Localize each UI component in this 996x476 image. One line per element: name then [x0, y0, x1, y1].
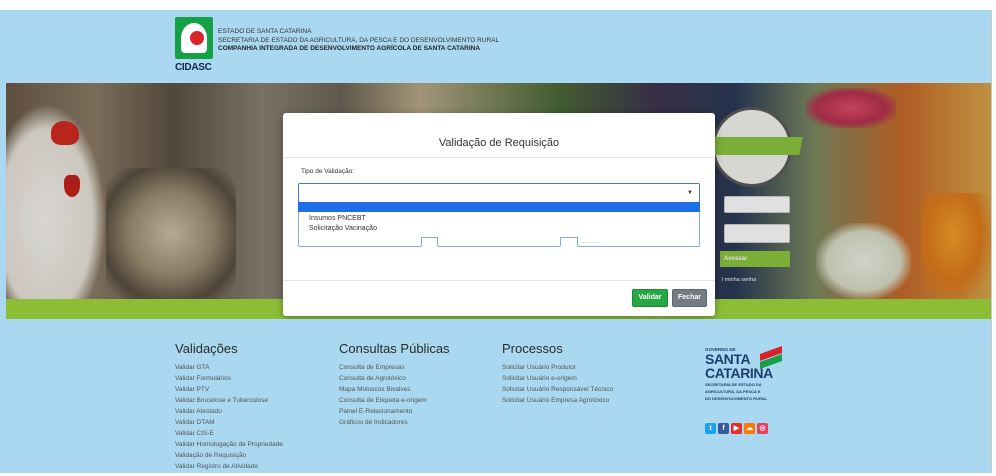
sc-flag-icon — [760, 345, 782, 372]
header-text: ESTADO DE SANTA CATARINA SECRETARIA DE E… — [218, 28, 499, 54]
footer-col-consultas: Consultas Públicas Consulta de Empresas … — [339, 341, 450, 428]
link-solicitar-eorigem[interactable]: Solicitar Usuário e-origem — [502, 373, 613, 384]
hidden-field-3[interactable]: ___ _____ — [577, 237, 700, 247]
gov-sub-line1: SECRETARIA DE ESTADO DA — [705, 382, 762, 387]
link-validar-gta[interactable]: Validar GTA — [175, 362, 283, 373]
hidden-field-2[interactable] — [437, 237, 561, 247]
link-validar-cis-e[interactable]: Validar CIS-E — [175, 428, 283, 439]
caret-down-icon: ▼ — [687, 190, 693, 196]
gov-sub-line3: DO DESENVOLVIMENTO RURAL — [705, 396, 768, 401]
government-logo[interactable]: GOVERNO DE SANTA CATARINA SECRETARIA DE … — [705, 345, 785, 401]
social-icons: t f ▶ ☁ ◎ — [705, 423, 768, 434]
link-graficos-indicadores[interactable]: Gráficos de Indicadores — [339, 417, 450, 428]
header-line-company: COMPANHIA INTEGRADA DE DESENVOLVIMENTO A… — [218, 45, 481, 52]
modal-title: Validação de Requisição — [438, 137, 560, 149]
youtube-icon[interactable]: ▶ — [731, 423, 742, 434]
logo-text: CIDASC — [175, 62, 212, 73]
footer-col-validacoes: Validações Validar GTA Validar Formulári… — [175, 341, 283, 472]
validation-modal: Validação de Requisição Tipo de Validaçã… — [283, 113, 715, 316]
soundcloud-icon[interactable]: ☁ — [744, 423, 755, 434]
page: CIDASC ESTADO DE SANTA CATARINA SECRETAR… — [0, 10, 992, 473]
link-validar-ptv[interactable]: Validar PTV — [175, 384, 283, 395]
link-consulta-empresas[interactable]: Consulta de Empresas — [339, 362, 450, 373]
link-validar-brucelose[interactable]: Validar Brucelose e Tuberculose — [175, 395, 283, 406]
link-solicitar-responsavel[interactable]: Solicitar Usuário Responsável Técnico — [502, 384, 613, 395]
facebook-icon[interactable]: f — [718, 423, 729, 434]
validation-type-select[interactable]: ▼ — [298, 183, 700, 203]
modal-footer-divider — [283, 280, 715, 281]
hidden-field-1[interactable] — [298, 237, 422, 247]
link-consulta-etiqueta[interactable]: Consulta de Etiqueta e-origem — [339, 395, 450, 406]
logo-emblem-icon — [175, 17, 213, 59]
footer-col-processos: Processos Solicitar Usuário Produtor Sol… — [502, 341, 613, 406]
link-painel-relacionamento[interactable]: Painel E-Relacionamento — [339, 406, 450, 417]
dropdown-option-vacinacao[interactable]: Solicitação Vacinação — [309, 225, 377, 232]
header-line-secretariat: SECRETARIA DE ESTADO DA AGRICULTURA, DA … — [218, 36, 500, 44]
dropdown-option-insumos[interactable]: Insumos PNCEBT — [309, 215, 366, 222]
validacoes-title: Validações — [175, 341, 238, 356]
header-line-state: ESTADO DE SANTA CATARINA — [218, 28, 312, 35]
validation-type-label: Tipo de Validação: — [301, 168, 355, 175]
twitter-icon[interactable]: t — [705, 423, 716, 434]
fechar-button[interactable]: Fechar — [672, 289, 707, 307]
gov-sub-line2: AGRICULTURA, DA PESCA E — [705, 389, 761, 394]
link-solicitar-produtor[interactable]: Solicitar Usuário Produtor — [502, 362, 613, 373]
link-solicitar-empresa[interactable]: Solicitar Usuário Empresa Agrotóxico — [502, 395, 613, 406]
link-validar-atestado[interactable]: Validar Atestado — [175, 406, 283, 417]
site-footer: Validações Validar GTA Validar Formulári… — [0, 319, 991, 473]
link-validar-registro[interactable]: Validar Registro de Atividade — [175, 461, 283, 472]
link-validar-formularios[interactable]: Validar Formulários — [175, 373, 283, 384]
link-validacao-requisicao[interactable]: Validação de Requisição — [175, 450, 283, 461]
validation-type-dropdown: Insumos PNCEBT Solicitação Vacinação — [298, 212, 700, 238]
link-mapa-moluscos[interactable]: Mapa Moluscos Bivalves — [339, 384, 450, 395]
dropdown-option-empty-highlighted[interactable] — [298, 202, 700, 212]
validar-button[interactable]: Validar — [632, 289, 668, 307]
link-consulta-agrotoxico[interactable]: Consulta de Agrotóxico — [339, 373, 450, 384]
modal-header-divider — [283, 157, 715, 158]
site-header: CIDASC ESTADO DE SANTA CATARINA SECRETAR… — [0, 10, 991, 83]
instagram-icon[interactable]: ◎ — [757, 423, 768, 434]
link-validar-dtam[interactable]: Validar DTAM — [175, 417, 283, 428]
cidasc-logo[interactable]: CIDASC — [175, 17, 213, 75]
processos-title: Processos — [502, 341, 563, 356]
link-validar-homologacao[interactable]: Validar Homologação de Propriedade — [175, 439, 283, 450]
consultas-title: Consultas Públicas — [339, 341, 450, 356]
